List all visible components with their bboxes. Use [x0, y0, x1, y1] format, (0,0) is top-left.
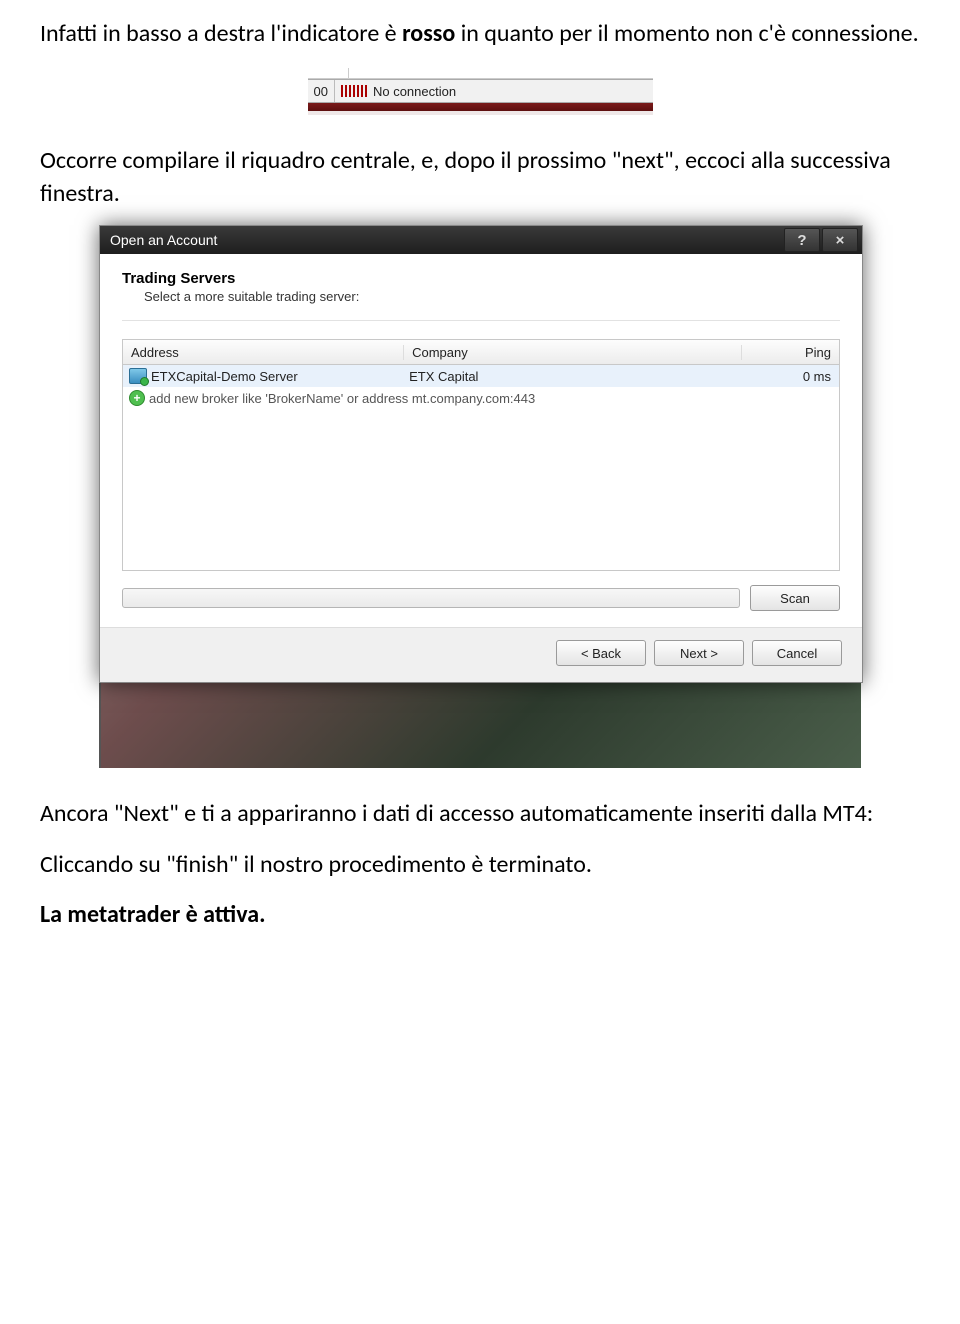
p1-part-a: Infatti in basso a destra l'indicatore è: [40, 19, 402, 48]
add-icon: +: [129, 390, 145, 406]
p1-rosso: rosso: [402, 19, 455, 48]
server-address: ETXCapital-Demo Server: [151, 369, 298, 384]
paragraph-5: La metatrader è attiva.: [40, 899, 920, 931]
cancel-button[interactable]: Cancel: [752, 640, 842, 666]
back-button[interactable]: < Back: [556, 640, 646, 666]
paragraph-1: Infatti in basso a destra l'indicatore è…: [40, 18, 920, 50]
open-account-dialog: Open an Account ? × Trading Servers Sele…: [99, 225, 863, 683]
close-button[interactable]: ×: [822, 228, 858, 252]
server-icon: [129, 368, 147, 384]
dialog-subheading: Select a more suitable trading server:: [144, 289, 840, 304]
paragraph-4: Cliccando su "finish" il nostro procedim…: [40, 849, 920, 881]
dialog-titlebar: Open an Account ? ×: [100, 226, 862, 254]
server-row[interactable]: ETXCapital-Demo Server ETX Capital 0 ms: [123, 365, 839, 387]
scan-button[interactable]: Scan: [750, 585, 840, 611]
status-value: 00: [308, 80, 334, 102]
p1-part-c: in quanto per il momento non c'è conness…: [455, 19, 918, 48]
grid-header: Address Company Ping: [123, 340, 839, 365]
dialog-title: Open an Account: [110, 232, 217, 248]
server-ping: 0 ms: [738, 369, 839, 384]
status-text: No connection: [373, 84, 456, 99]
add-broker-row[interactable]: + add new broker like 'BrokerName' or ad…: [123, 387, 839, 409]
next-button[interactable]: Next >: [654, 640, 744, 666]
paragraph-2: Occorre compilare il riquadro centrale, …: [40, 145, 920, 210]
col-address[interactable]: Address: [123, 345, 404, 360]
add-broker-placeholder: add new broker like 'BrokerName' or addr…: [149, 391, 535, 406]
server-grid[interactable]: Address Company Ping ETXCapital-Demo Ser…: [122, 339, 840, 571]
scan-progress: [122, 588, 740, 608]
dialog-screenshot: Open an Account ? × Trading Servers Sele…: [99, 228, 861, 768]
status-connection-cell: No connection: [334, 80, 462, 102]
paragraph-3: Ancora "Next" e ti a appariranno i dati …: [40, 798, 920, 830]
col-company[interactable]: Company: [404, 345, 742, 360]
help-button[interactable]: ?: [784, 228, 820, 252]
dialog-footer: < Back Next > Cancel: [100, 628, 862, 682]
signal-icon: [341, 85, 367, 97]
statusbar-screenshot: 00 No connection: [308, 68, 653, 115]
server-company: ETX Capital: [401, 369, 738, 384]
col-ping[interactable]: Ping: [742, 345, 839, 360]
dialog-heading: Trading Servers: [122, 270, 840, 287]
